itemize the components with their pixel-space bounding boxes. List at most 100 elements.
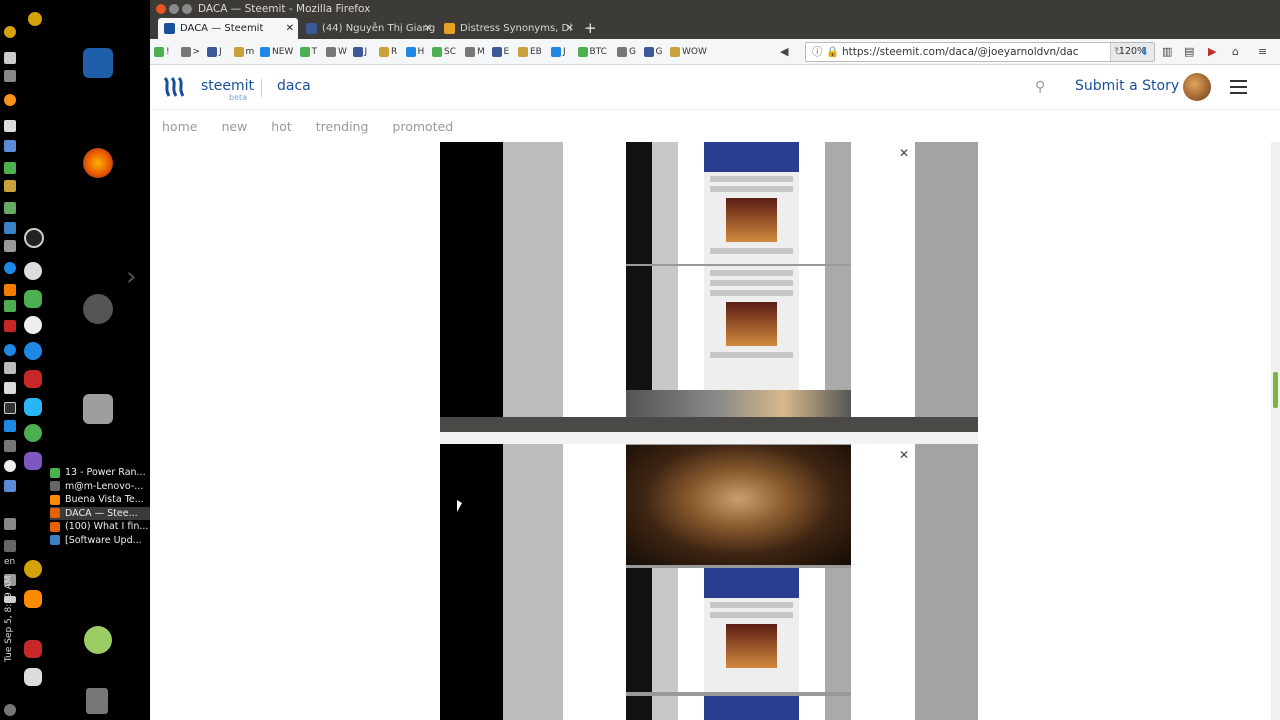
bookmark-item[interactable]: J [207,46,222,58]
app-icon[interactable] [24,316,42,334]
dogecoin-icon[interactable] [24,560,42,578]
app-icon[interactable] [24,290,42,308]
bookmark-item[interactable]: T [299,46,317,58]
bitcoin-icon[interactable] [4,94,16,106]
app-icon[interactable] [4,70,16,82]
new-tab-button[interactable]: + [584,18,597,39]
app-icon[interactable] [24,452,42,470]
submit-story-button[interactable]: Submit a Story [1075,78,1179,94]
app-icon[interactable] [4,120,16,132]
url-bar[interactable]: ⓘ 🔒 https://steemit.com/daca/@joeyarnold… [805,42,1155,62]
bookmark-item[interactable]: ! [154,46,170,58]
tab-daca[interactable]: DACA — Steemit ✕ [158,18,298,39]
atom-icon[interactable] [24,342,42,360]
tab-thesaurus[interactable]: Distress Synonyms, Di ✕ [438,18,578,39]
vlc-icon[interactable] [24,590,42,608]
post-image[interactable]: ✕ ✕ [440,142,978,720]
maximize-window-button[interactable] [182,4,192,14]
app-icon[interactable] [4,202,16,214]
bookmark-item[interactable]: M [465,46,485,58]
bookmark-item[interactable]: W [326,46,347,58]
app-icon[interactable] [4,284,16,296]
writer-icon[interactable] [83,48,113,78]
tag-title[interactable]: daca [277,78,311,94]
app-icon[interactable] [4,362,16,374]
nav-trending[interactable]: trending [316,119,369,134]
app-icon[interactable] [4,140,16,152]
download-icon[interactable]: ⬇ [1140,45,1149,58]
app-icon[interactable] [4,344,16,356]
menu-icon[interactable]: ≡ [1258,45,1267,58]
close-tab-icon[interactable]: ✕ [566,18,574,39]
filezilla-icon[interactable] [24,640,42,658]
close-icon[interactable]: ✕ [899,146,909,160]
close-tab-icon[interactable]: ✕ [424,18,432,39]
bookmark-item[interactable]: E [491,46,509,58]
firefox-icon[interactable] [83,148,113,178]
nav-promoted[interactable]: promoted [392,119,453,134]
app-icon[interactable] [4,480,16,492]
bookmark-item[interactable]: > [180,46,200,58]
bookmark-item[interactable]: NEW [260,46,293,58]
app-icon[interactable] [4,382,16,394]
app-icon[interactable] [24,398,42,416]
app-icon[interactable] [4,162,16,174]
library-icon[interactable]: ▥ [1162,45,1172,58]
app-icon[interactable] [4,52,16,64]
sidebar-icon[interactable]: ▤ [1184,45,1194,58]
tab-facebook[interactable]: (44) Nguyễn Thị Giang ✕ [300,18,436,39]
telegram-icon[interactable] [24,424,42,442]
bookmark-item[interactable]: J [352,46,367,58]
bookmark-item[interactable]: WOW [670,46,707,58]
app-icon[interactable] [24,262,42,280]
coin-icon[interactable] [4,26,16,38]
task-item[interactable]: m@m-Lenovo-... [50,480,150,494]
youtube-icon[interactable]: ▶ [1208,45,1216,58]
bookmark-item[interactable]: R [379,46,397,58]
info-icon[interactable]: ⓘ [812,43,823,61]
search-icon[interactable]: ⚲ [1035,79,1045,95]
avatar[interactable] [1183,73,1211,101]
app-icon[interactable] [4,240,16,252]
bookmark-item[interactable]: J [551,46,566,58]
coin-icon[interactable] [28,12,42,26]
power-icon[interactable] [4,704,16,716]
filezilla-icon[interactable] [24,370,42,388]
files-icon[interactable] [83,394,113,424]
minimize-window-button[interactable] [169,4,179,14]
app-icon[interactable] [24,668,42,686]
task-item[interactable]: Buena Vista Te... [50,493,150,507]
clock[interactable]: Tue Sep 5, 8:09 AM [4,572,18,663]
ubuntu-icon[interactable] [83,294,113,324]
bookmark-item[interactable]: BTC [577,46,607,58]
close-tab-icon[interactable]: ✕ [286,18,294,39]
app-icon[interactable] [4,320,16,332]
bookmark-item[interactable]: G [617,46,636,58]
wifi-icon[interactable] [4,540,16,552]
back-icon[interactable]: ◀ [780,45,788,58]
nav-hot[interactable]: hot [271,119,291,134]
steemit-brand[interactable]: steemit [201,78,254,94]
app-icon[interactable] [4,460,16,472]
bluetooth-icon[interactable] [4,518,16,530]
obs-icon[interactable] [24,228,44,248]
bookmark-item[interactable]: G [643,46,662,58]
keyboard-language[interactable]: en [4,557,15,567]
close-icon[interactable]: ✕ [899,448,909,462]
task-item[interactable]: 13 - Power Ran... [50,466,150,480]
bookmark-item[interactable]: H [405,46,424,58]
app-icon[interactable] [4,300,16,312]
bookmark-item[interactable]: SC [432,46,456,58]
bookmark-item[interactable]: m [233,46,254,58]
url-text[interactable]: https://steemit.com/daca/@joeyarnoldvn/d… [842,46,1079,58]
task-item[interactable]: (100) What I fin... [50,520,150,534]
app-icon[interactable] [4,420,16,432]
trash-icon[interactable] [86,688,108,714]
app-icon[interactable] [4,440,16,452]
scrollbar-thumb[interactable] [1273,372,1278,408]
user-switch-icon[interactable] [84,626,112,654]
home-icon[interactable]: ⌂ [1232,45,1239,58]
nav-home[interactable]: home [162,119,197,134]
app-icon[interactable] [4,262,16,274]
nav-new[interactable]: new [221,119,247,134]
